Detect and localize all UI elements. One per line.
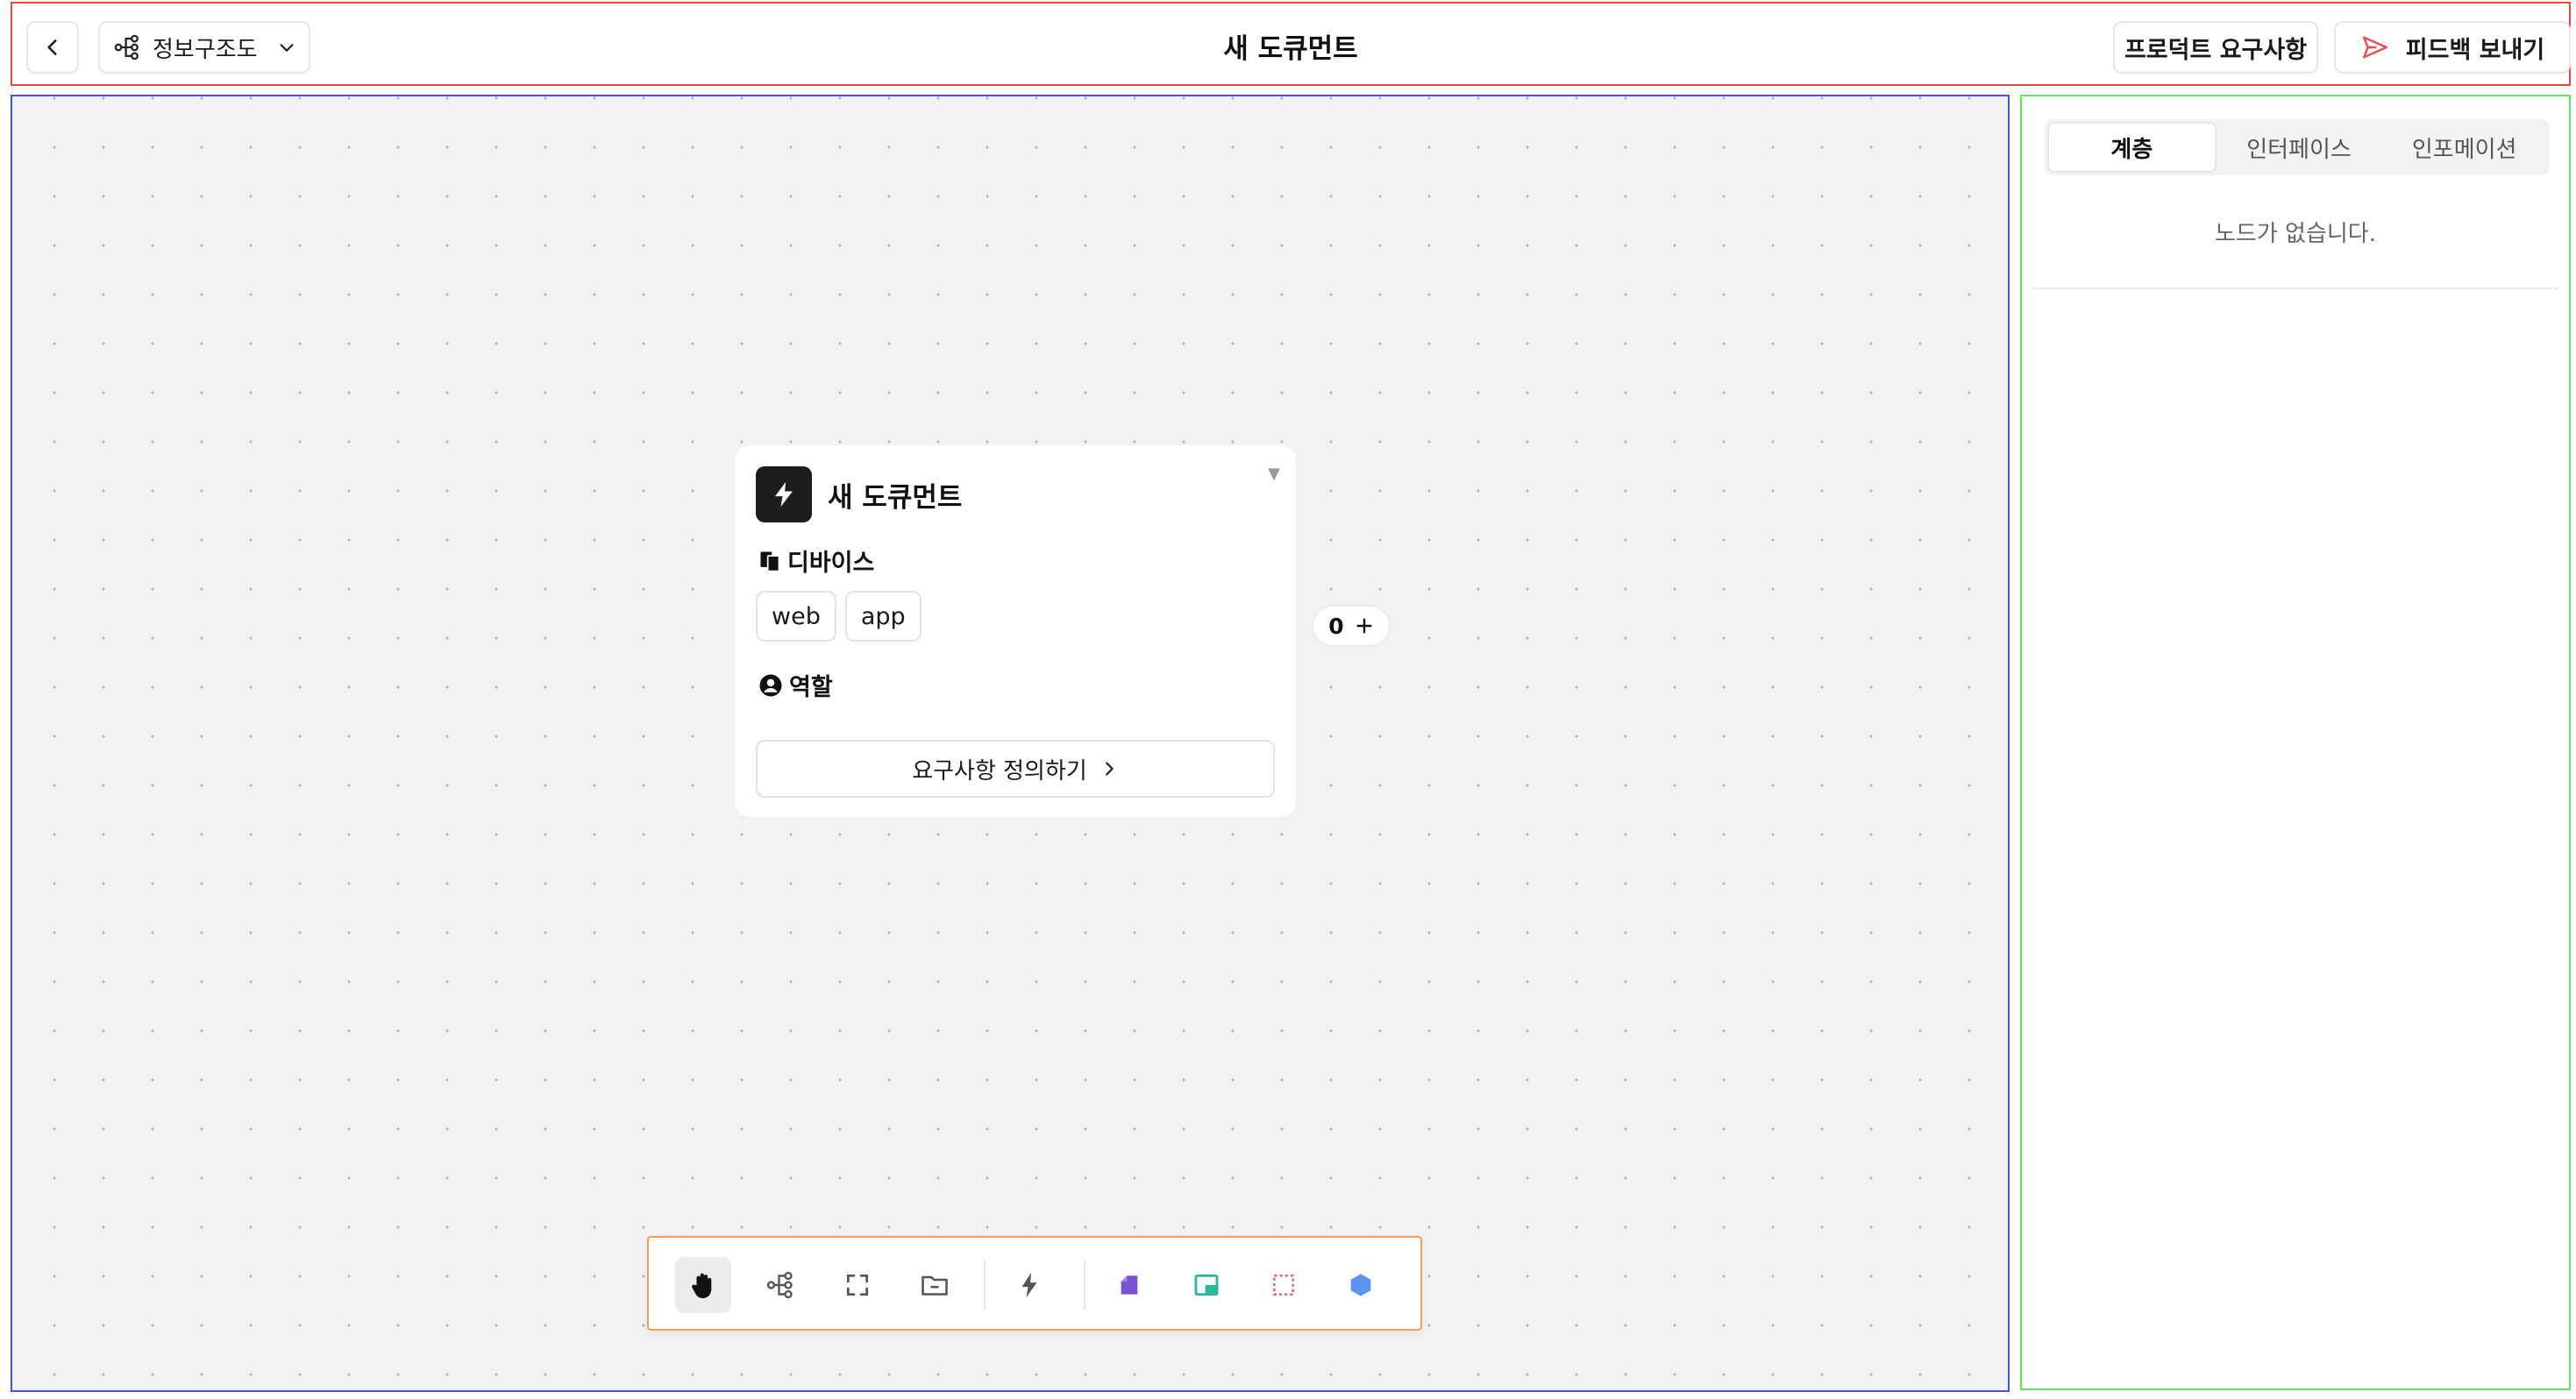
send-icon	[2362, 36, 2387, 59]
hexagon-tool-button[interactable]	[1333, 1257, 1389, 1313]
frame-tool-button[interactable]	[829, 1257, 886, 1313]
chevron-right-icon	[1105, 762, 1114, 776]
screen-icon	[1194, 1274, 1219, 1296]
hexagon-icon	[1350, 1274, 1371, 1296]
hand-tool-button[interactable]	[675, 1257, 731, 1313]
toolbar-divider	[984, 1261, 986, 1310]
view-selector-label: 정보구조도	[153, 36, 258, 63]
define-requirements-label: 요구사항 정의하기	[912, 757, 1087, 785]
folder-icon	[922, 1275, 948, 1296]
define-requirements-button[interactable]: 요구사항 정의하기	[756, 740, 1275, 798]
hierarchy-tool-button[interactable]	[752, 1257, 808, 1313]
user-circle-icon	[759, 674, 782, 696]
node-collapse-caret-icon[interactable]: ▼	[1268, 465, 1280, 483]
devices-label: 디바이스	[787, 550, 875, 577]
node-header: 새 도큐먼트	[756, 466, 1275, 522]
add-connection-button[interactable]: 0	[1312, 605, 1391, 647]
lightning-icon	[1021, 1272, 1037, 1298]
devices-section-label: 디바이스	[758, 543, 874, 578]
right-panel: 계층 인터페이스 인포메이션 노드가 없습니다.	[2020, 95, 2571, 1390]
back-button[interactable]	[26, 21, 79, 74]
device-chip-app[interactable]: app	[844, 591, 922, 642]
tab-interface[interactable]: 인터페이스	[2217, 122, 2382, 173]
view-selector-dropdown[interactable]: 정보구조도	[98, 21, 310, 74]
product-requirements-button[interactable]: 프로덕트 요구사항	[2113, 21, 2318, 74]
chevron-left-icon	[47, 39, 57, 55]
hand-icon	[692, 1273, 712, 1298]
document-node[interactable]: 새 도큐먼트 ▼ 디바이스 web app 역할 요구사항 정의하기	[735, 445, 1296, 817]
devices-icon	[760, 551, 780, 572]
panel-tabs: 계층 인터페이스 인포메이션	[2045, 119, 2550, 175]
selection-icon	[1273, 1275, 1294, 1296]
hierarchy-icon	[114, 34, 139, 60]
note-icon	[1121, 1275, 1138, 1295]
connection-count: 0	[1328, 613, 1344, 639]
device-chip-web[interactable]: web	[756, 591, 836, 642]
lightning-icon	[756, 466, 812, 522]
canvas-toolbar	[647, 1236, 1422, 1331]
selection-tool-button[interactable]	[1256, 1257, 1312, 1313]
screen-tool-button[interactable]	[1178, 1257, 1235, 1313]
empty-state-message: 노드가 없습니다.	[2215, 221, 2376, 247]
chevron-down-icon	[280, 44, 294, 52]
panel-divider	[2032, 288, 2558, 289]
node-title: 새 도큐먼트	[828, 481, 963, 514]
tab-hierarchy[interactable]: 계층	[2047, 122, 2217, 173]
lightning-tool-button[interactable]	[1001, 1257, 1057, 1313]
roles-label: 역할	[789, 674, 833, 701]
folder-tool-button[interactable]	[907, 1257, 963, 1313]
tab-information[interactable]: 인포메이션	[2381, 122, 2547, 173]
hierarchy-icon	[766, 1271, 793, 1299]
frame-icon	[847, 1275, 868, 1296]
top-header: 새 도큐먼트 정보구조도 프로덕트 요구사항 피드백 보내기	[11, 2, 2571, 86]
app-window: 새 도큐먼트 정보구조도 프로덕트 요구사항 피드백 보내기 새 도큐먼트 ▼	[0, 0, 2576, 1399]
canvas[interactable]: 새 도큐먼트 ▼ 디바이스 web app 역할 요구사항 정의하기 0	[11, 95, 2010, 1392]
send-feedback-label: 피드백 보내기	[2405, 36, 2545, 64]
toolbar-divider	[1084, 1261, 1085, 1310]
send-feedback-button[interactable]: 피드백 보내기	[2334, 21, 2571, 74]
note-tool-button[interactable]	[1101, 1257, 1157, 1313]
plus-icon	[1356, 618, 1372, 634]
device-chips: web app	[756, 591, 922, 642]
roles-section-label: 역할	[758, 668, 833, 702]
